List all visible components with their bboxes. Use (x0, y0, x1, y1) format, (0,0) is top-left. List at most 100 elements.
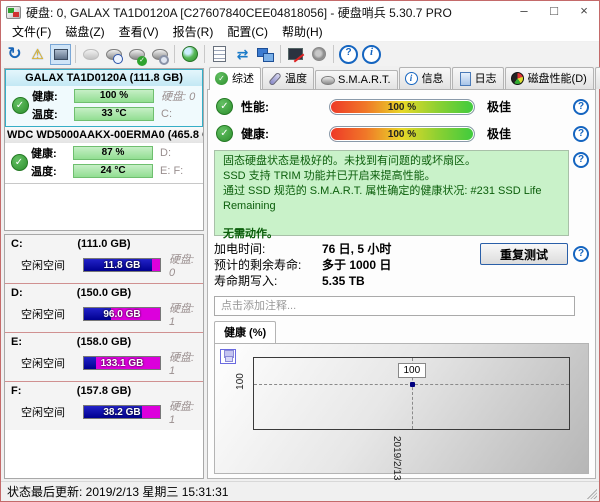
menu-view[interactable]: 查看(V) (112, 23, 166, 42)
toolbar (1, 42, 599, 66)
partition-item-c[interactable]: C: (111.0 GB) 空闲空间 11.8 GB 硬盘: 0 (5, 235, 203, 283)
temp-label: 温度: (31, 163, 73, 179)
disk-temp-bar: 24 °C (73, 164, 153, 178)
info-icon[interactable] (361, 44, 382, 65)
disk-letters: C: (154, 108, 198, 120)
free-space-label: 空闲空间 (21, 355, 83, 371)
disk-ok-icon: ✓ (12, 97, 29, 114)
disk-icon (321, 73, 334, 86)
menu-help[interactable]: 帮助(H) (275, 23, 330, 42)
help-icon[interactable] (338, 44, 359, 65)
window-title: 硬盘: 0, GALAX TA1D0120A [C27607840CEE0481… (26, 4, 452, 21)
writes-label: 寿命期写入: (214, 273, 322, 289)
help-icon[interactable]: ? (573, 99, 589, 115)
title-bar: 硬盘: 0, GALAX TA1D0120A [C27607840CEE0481… (1, 1, 599, 23)
disk-letters: D: (153, 147, 199, 159)
partition-disk-number: 硬盘: 1 (161, 398, 199, 426)
disk-offline-icon[interactable] (80, 44, 101, 65)
monitor-edit-icon[interactable] (285, 44, 306, 65)
report-icon[interactable] (209, 44, 230, 65)
status-bar-text: 状态最后更新: 2019/2/13 星期三 15:31:31 (7, 483, 228, 500)
help-icon[interactable]: ? (573, 246, 589, 262)
refresh-icon[interactable] (4, 44, 25, 65)
note-input[interactable] (214, 296, 575, 316)
disk-name: WDC WD5000AAKX-00ERMA0 (465.8 GB) (5, 127, 203, 143)
disk-temp-bar: 33 °C (74, 107, 154, 121)
tab-overview[interactable]: ✓综述 (209, 67, 261, 90)
status-text-box: 固态硬盘状态是极好的。未找到有问题的或坏扇区。 SSD 支持 TRIM 功能并已… (214, 150, 569, 236)
save-chart-icon[interactable] (220, 349, 236, 364)
disk-clock-icon[interactable] (103, 44, 124, 65)
sync-icon[interactable] (232, 44, 253, 65)
status-action-line: 无需动作。 (223, 227, 560, 242)
writes-value: 5.35 TB (322, 273, 365, 289)
resize-grip[interactable] (587, 489, 597, 499)
help-icon[interactable]: ? (573, 126, 589, 142)
chart-tab-health[interactable]: 健康 (%) (214, 321, 276, 343)
performance-bar: 100 % (329, 99, 475, 115)
lifetime-info: 加电时间:76 日, 5 小时 预计的剩余寿命:多于 1000 日 寿命期写入:… (214, 241, 589, 291)
screenshot-icon[interactable] (50, 44, 71, 65)
health-row: ✓ 健康: 100 % 极佳 ? (214, 120, 589, 147)
gauge-icon (511, 72, 524, 85)
alert-icon[interactable] (27, 44, 48, 65)
disk-item-0[interactable]: GALAX TA1D0120A (111.8 GB) ✓ 健康: 100 % 硬… (5, 69, 203, 127)
partition-item-e[interactable]: E: (158.0 GB) 空闲空间 133.1 GB 硬盘: 1 (5, 332, 203, 381)
tab-disk-performance[interactable]: 磁盘性能(D) (505, 67, 594, 89)
partition-size: (158.0 GB) (51, 336, 157, 348)
partition-item-f[interactable]: F: (157.8 GB) 空闲空间 38.2 GB 硬盘: 1 (5, 381, 203, 430)
ok-icon: ✓ (216, 125, 233, 142)
chart-point-label: 100 (398, 363, 427, 378)
partition-item-d[interactable]: D: (150.0 GB) 空闲空间 96.0 GB 硬盘: 1 (5, 283, 203, 332)
toolbar-separator (204, 45, 205, 63)
performance-rating: 极佳 (487, 98, 511, 115)
remote-icon[interactable] (255, 44, 276, 65)
ok-icon: ✓ (216, 98, 233, 115)
chart-x-tick: 2019/2/13 (391, 436, 402, 481)
free-space-bar: 38.2 GB (83, 405, 161, 419)
network-globe-icon[interactable] (179, 44, 200, 65)
disk-item-1[interactable]: WDC WD5000AAKX-00ERMA0 (465.8 GB) ✓ 健康: … (5, 127, 203, 184)
thermometer-icon (268, 72, 281, 85)
partition-size: (150.0 GB) (51, 287, 157, 299)
disk-check-icon[interactable] (126, 44, 147, 65)
log-page-icon (458, 72, 471, 85)
free-space-label: 空闲空间 (21, 404, 83, 420)
remaining-value: 多于 1000 日 (322, 257, 391, 273)
help-icon[interactable]: ? (573, 152, 589, 168)
maximize-button[interactable]: □ (539, 1, 569, 23)
tab-alerts[interactable]: 警报(A) (595, 67, 600, 89)
partition-disk-number: 硬盘: 1 (161, 349, 199, 377)
tab-smart[interactable]: S.M.A.R.T. (315, 70, 398, 89)
performance-row: ✓ 性能: 100 % 极佳 ? (214, 93, 589, 120)
disk-letters: E: F: (153, 165, 199, 177)
close-button[interactable]: × (569, 1, 599, 23)
toolbar-separator (174, 45, 175, 63)
menu-report[interactable]: 报告(R) (166, 23, 221, 42)
tab-log[interactable]: 日志 (452, 67, 504, 89)
partition-size: (157.8 GB) (51, 385, 157, 397)
chart-data-point (410, 382, 415, 387)
performance-label: 性能: (241, 98, 329, 115)
left-panel: GALAX TA1D0120A (111.8 GB) ✓ 健康: 100 % 硬… (4, 68, 204, 479)
status-line: SSD 支持 TRIM 功能并已开启来提高性能。 (223, 169, 560, 184)
toolbar-separator (333, 45, 334, 63)
status-line: 通过 SSD 规范的 S.M.A.R.T. 属性确定的健康状况: #231 SS… (223, 184, 560, 214)
minimize-button[interactable]: – (509, 1, 539, 23)
menu-file[interactable]: 文件(F) (5, 23, 58, 42)
free-space-label: 空闲空间 (21, 257, 83, 273)
menu-disk[interactable]: 磁盘(Z) (58, 23, 111, 42)
disk-ok-icon: ✓ (11, 154, 28, 171)
right-panel: ✓综述 温度 S.M.A.R.T. i信息 日志 磁盘性能(D) 警报(A) ✓… (207, 68, 596, 479)
partition-letter: C: (11, 238, 51, 250)
sound-icon[interactable] (308, 44, 329, 65)
menu-config[interactable]: 配置(C) (220, 23, 275, 42)
free-space-bar: 96.0 GB (83, 307, 161, 321)
retest-button[interactable]: 重复测试 (480, 243, 568, 265)
tab-information[interactable]: i信息 (399, 67, 451, 89)
free-space-bar: 11.8 GB (83, 258, 161, 272)
disk-health-bar: 87 % (73, 146, 153, 160)
tab-temperature[interactable]: 温度 (262, 67, 314, 89)
partition-list: C: (111.0 GB) 空闲空间 11.8 GB 硬盘: 0 D: (150… (4, 234, 204, 479)
disk-search-icon[interactable] (149, 44, 170, 65)
